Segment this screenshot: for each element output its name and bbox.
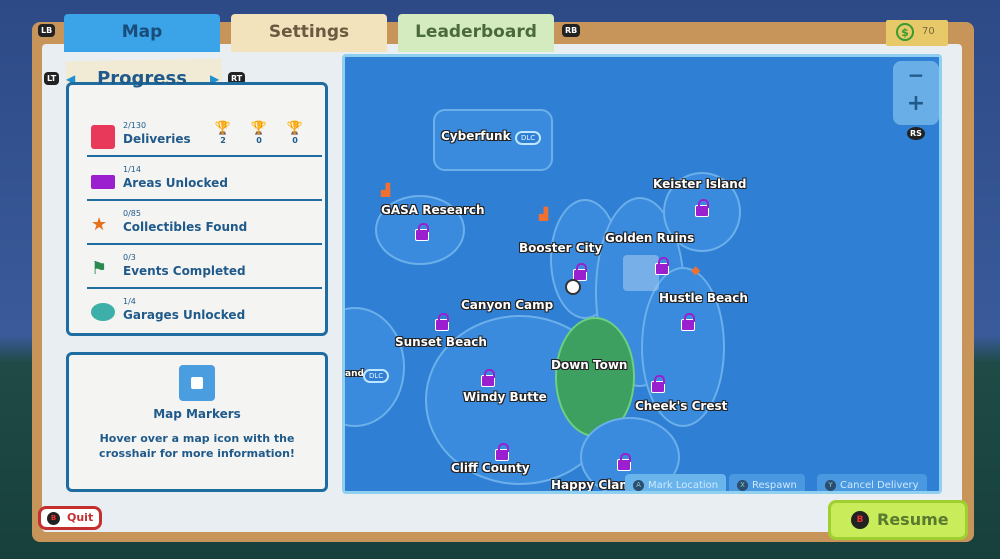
lock-icon[interactable]	[435, 313, 449, 331]
x-button-icon: X	[737, 479, 748, 491]
progress-row-events: ⚑ 0/3 Events Completed	[87, 247, 322, 289]
progress-row-collectibles: ★ 0/85 Collectibles Found	[87, 203, 322, 245]
lock-icon[interactable]	[481, 369, 495, 387]
count: 1/4	[123, 297, 136, 306]
lock-icon[interactable]	[617, 453, 631, 471]
trophy-count: 0	[292, 136, 298, 145]
tab-settings[interactable]: Settings	[231, 14, 387, 52]
lt-badge: LT	[44, 72, 60, 85]
lock-icon[interactable]	[681, 313, 695, 331]
crosshair-cursor	[623, 255, 659, 291]
lb-badge: LB	[38, 24, 56, 37]
currency-display: $ 70	[886, 20, 948, 46]
y-button-icon: Y	[825, 479, 836, 491]
lock-icon[interactable]	[655, 257, 669, 275]
lock-icon[interactable]	[651, 375, 665, 393]
b-button-icon: B	[47, 512, 60, 525]
trophy-bronze-icon: 🏆	[286, 121, 304, 136]
label: Collectibles Found	[123, 220, 248, 234]
area-label-windy-butte[interactable]: Windy Butte	[463, 390, 547, 404]
currency-value: 70	[922, 26, 935, 37]
dlc-badge: DLC	[363, 369, 390, 383]
lock-icon[interactable]	[415, 223, 429, 241]
hint-label: Mark Location	[648, 480, 719, 491]
count: 0/85	[123, 209, 141, 218]
trophy-silver: 🏆 0	[249, 121, 269, 145]
area-label-golden-ruins[interactable]: Golden Ruins	[605, 231, 694, 245]
trophy-bronze: 🏆 0	[285, 121, 305, 145]
area-label-cheeks-crest[interactable]: Cheek's Crest	[635, 399, 727, 413]
dollar-coin-icon: $	[896, 23, 914, 41]
progress-row-areas: 1/14 Areas Unlocked	[87, 159, 322, 201]
count: 2/130	[123, 121, 147, 130]
markers-description: Hover over a map icon with the crosshair…	[99, 432, 295, 460]
quit-button[interactable]: B Quit	[38, 506, 102, 530]
factory-icon[interactable]: ▟	[381, 183, 390, 197]
resume-button[interactable]: B Resume	[828, 500, 968, 540]
garage-icon	[91, 303, 115, 321]
zoom-controls: − +	[893, 61, 939, 125]
area-label-booster-city[interactable]: Booster City	[519, 241, 602, 255]
hint-cancel-delivery[interactable]: Y Cancel Delivery	[817, 474, 927, 491]
tab-map[interactable]: Map	[64, 14, 220, 52]
hint-mark-location[interactable]: A Mark Location	[625, 474, 727, 491]
trophy-count: 0	[256, 136, 262, 145]
a-button-icon: A	[633, 479, 644, 491]
area-label-sunset-beach[interactable]: Sunset Beach	[395, 335, 487, 349]
quit-label: Quit	[67, 511, 94, 524]
map-markers-panel: Map Markers Hover over a map icon with t…	[66, 352, 328, 492]
label: Garages Unlocked	[123, 308, 246, 322]
fish-icon[interactable]: ◆	[691, 263, 700, 277]
resume-label: Resume	[877, 510, 949, 529]
area-label-dlc-west[interactable]: and	[345, 369, 364, 379]
area-label-canyon-camp[interactable]: Canyon Camp	[461, 298, 553, 312]
zoom-out-button[interactable]: −	[893, 63, 939, 87]
dlc-badge: DLC	[515, 131, 542, 145]
b-button-icon: B	[851, 511, 869, 529]
trophy-silver-icon: 🏆	[250, 121, 268, 136]
area-label-hustle-beach[interactable]: Hustle Beach	[659, 291, 748, 305]
label: Areas Unlocked	[123, 176, 228, 190]
label: Events Completed	[123, 264, 246, 278]
flag-icon: ⚑	[91, 258, 108, 279]
star-box-icon: ★	[91, 214, 108, 235]
package-icon	[91, 125, 115, 149]
count: 0/3	[123, 253, 136, 262]
trophy-gold: 🏆 2	[213, 121, 233, 145]
area-label-cyberfunk[interactable]: Cyberfunk	[441, 129, 511, 143]
area-label-keister-island[interactable]: Keister Island	[653, 177, 746, 191]
island-dlc-west	[345, 307, 405, 427]
hint-label: Cancel Delivery	[840, 480, 919, 491]
rs-badge: RS	[907, 127, 925, 140]
marker-placeholder-icon	[179, 365, 215, 401]
progress-row-garages: 1/4 Garages Unlocked	[87, 291, 322, 333]
player-location-icon	[565, 279, 581, 295]
hint-label: Respawn	[752, 480, 797, 491]
area-label-happy-clam[interactable]: Happy Clam	[551, 478, 632, 491]
lock-icon[interactable]	[695, 199, 709, 217]
zoom-in-button[interactable]: +	[893, 91, 939, 116]
trophy-count: 2	[220, 136, 226, 145]
area-label-down-town[interactable]: Down Town	[551, 358, 627, 372]
unlock-icon	[91, 175, 115, 189]
area-label-cliff-county[interactable]: Cliff County	[451, 461, 530, 475]
rb-badge: RB	[562, 24, 581, 37]
factory-icon[interactable]: ▟	[539, 207, 548, 221]
progress-title: Progress	[97, 68, 187, 89]
count: 1/14	[123, 165, 141, 174]
label: Deliveries	[123, 132, 191, 146]
world-map[interactable]: Cyberfunk DLC GASA Research Booster City…	[342, 54, 942, 494]
trophy-gold-icon: 🏆	[214, 121, 232, 136]
lock-icon[interactable]	[495, 443, 509, 461]
markers-title: Map Markers	[153, 407, 241, 421]
area-label-gasa-research[interactable]: GASA Research	[381, 203, 485, 217]
hint-respawn[interactable]: X Respawn	[729, 474, 805, 491]
progress-row-deliveries: 2/130 Deliveries 🏆 2 🏆 0 🏆 0	[87, 115, 322, 157]
progress-panel: 2/130 Deliveries 🏆 2 🏆 0 🏆 0 1/14 Areas Unl…	[66, 82, 328, 336]
tab-leaderboard[interactable]: Leaderboard	[398, 14, 554, 52]
